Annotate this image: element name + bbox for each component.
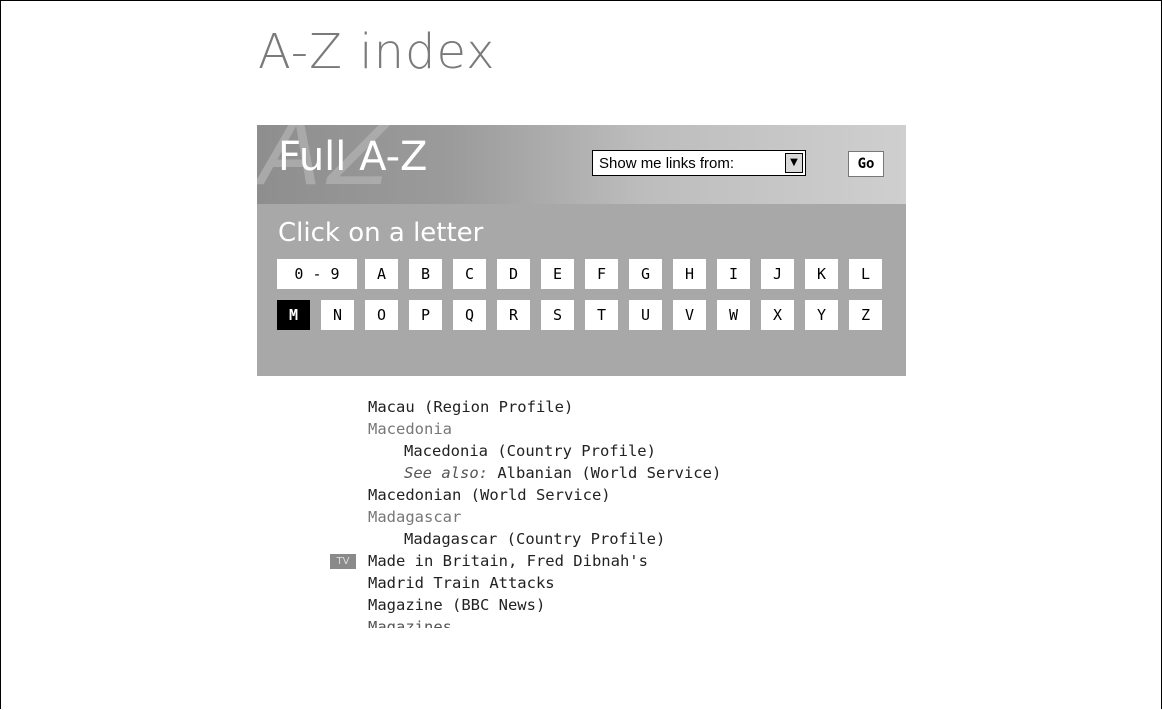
list-item[interactable]: Macau (Region Profile) bbox=[368, 396, 573, 418]
list-item-label[interactable]: Macedonia (Country Profile) bbox=[404, 442, 656, 460]
list-item-label[interactable]: Magazine (BBC News) bbox=[368, 596, 545, 614]
click-on-letter-label: Click on a letter bbox=[278, 218, 484, 248]
letter-c-button[interactable]: C bbox=[453, 259, 486, 289]
letter-d-button[interactable]: D bbox=[497, 259, 530, 289]
list-item[interactable]: See also: Albanian (World Service) bbox=[404, 462, 721, 484]
panel-title: Full A-Z bbox=[278, 134, 428, 180]
links-from-select[interactable]: Show me links from: ▼ bbox=[592, 150, 806, 176]
list-item[interactable]: TV Made in Britain, Fred Dibnah's bbox=[330, 550, 648, 572]
list-item-label[interactable]: Macau (Region Profile) bbox=[368, 398, 573, 416]
list-item-label: Macedonia bbox=[368, 420, 452, 438]
letter-g-button[interactable]: G bbox=[629, 259, 662, 289]
letter-v-button[interactable]: V bbox=[673, 300, 706, 330]
letter-x-button[interactable]: X bbox=[761, 300, 794, 330]
letter-p-button[interactable]: P bbox=[409, 300, 442, 330]
letter-w-button[interactable]: W bbox=[717, 300, 750, 330]
letter-y-button[interactable]: Y bbox=[805, 300, 838, 330]
list-item[interactable]: Macedonia (Country Profile) bbox=[404, 440, 656, 462]
panel-header: AZ Full A-Z Show me links from: ▼ Go bbox=[257, 125, 906, 204]
list-heading: Madagascar bbox=[368, 506, 461, 528]
letter-o-button[interactable]: O bbox=[365, 300, 398, 330]
letter-q-button[interactable]: Q bbox=[453, 300, 486, 330]
letter-m-button[interactable]: M bbox=[277, 300, 310, 330]
letter-u-button[interactable]: U bbox=[629, 300, 662, 330]
letter-0-9-button[interactable]: 0 - 9 bbox=[277, 259, 357, 289]
list-item[interactable]: Madrid Train Attacks bbox=[368, 572, 555, 594]
list-item-label[interactable]: Madrid Train Attacks bbox=[368, 574, 555, 592]
list-item[interactable]: Magazine (BBC News) bbox=[368, 594, 545, 616]
letter-s-button[interactable]: S bbox=[541, 300, 574, 330]
list-item-label[interactable]: Madagascar (Country Profile) bbox=[404, 530, 665, 548]
list-item-label[interactable]: Made in Britain, Fred Dibnah's bbox=[368, 552, 648, 570]
list-item[interactable]: Madagascar (Country Profile) bbox=[404, 528, 665, 550]
letter-h-button[interactable]: H bbox=[673, 259, 706, 289]
see-also-label: See also: bbox=[404, 464, 488, 482]
list-item-label: Magazines bbox=[368, 618, 452, 628]
list-heading: Magazines bbox=[368, 616, 452, 628]
chevron-down-icon[interactable]: ▼ bbox=[785, 153, 803, 173]
letter-i-button[interactable]: I bbox=[717, 259, 750, 289]
list-item[interactable]: Macedonian (World Service) bbox=[368, 484, 611, 506]
letter-b-button[interactable]: B bbox=[409, 259, 442, 289]
az-panel: AZ Full A-Z Show me links from: ▼ Go Cli… bbox=[257, 125, 906, 376]
list-heading: Macedonia bbox=[368, 418, 452, 440]
letter-k-button[interactable]: K bbox=[805, 259, 838, 289]
letter-r-button[interactable]: R bbox=[497, 300, 530, 330]
letter-e-button[interactable]: E bbox=[541, 259, 574, 289]
letter-f-button[interactable]: F bbox=[585, 259, 618, 289]
letter-j-button[interactable]: J bbox=[761, 259, 794, 289]
letter-t-button[interactable]: T bbox=[585, 300, 618, 330]
letter-n-button[interactable]: N bbox=[321, 300, 354, 330]
go-button[interactable]: Go bbox=[848, 151, 884, 177]
select-value: Show me links from: bbox=[599, 154, 735, 172]
list-item-label[interactable]: Macedonian (World Service) bbox=[368, 486, 611, 504]
page-title: A-Z index bbox=[258, 24, 496, 80]
letter-a-button[interactable]: A bbox=[365, 259, 398, 289]
list-item-label: Madagascar bbox=[368, 508, 462, 526]
letter-z-button[interactable]: Z bbox=[849, 300, 882, 330]
letter-l-button[interactable]: L bbox=[849, 259, 882, 289]
tv-icon: TV bbox=[330, 554, 356, 569]
list-item-label[interactable]: Albanian (World Service) bbox=[497, 464, 721, 482]
